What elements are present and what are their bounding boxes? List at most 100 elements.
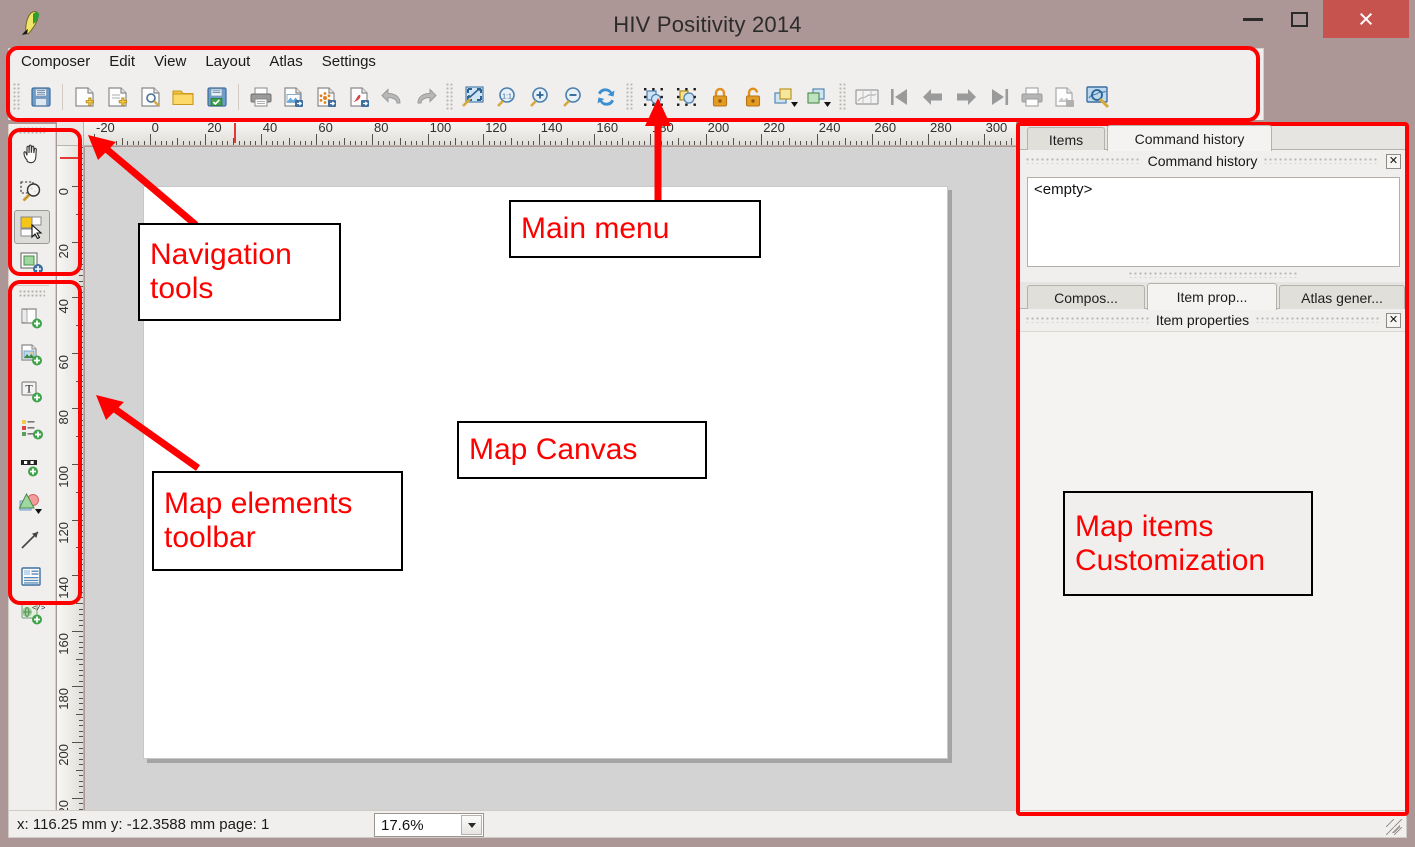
close-icon: ×	[1358, 3, 1374, 34]
group-items-button[interactable]	[637, 80, 670, 114]
item-properties-drag-dots-left[interactable]	[1026, 317, 1149, 323]
chevron-down-icon[interactable]	[461, 815, 482, 835]
menu-settings[interactable]: Settings	[320, 52, 378, 71]
add-attribute-table-button[interactable]	[12, 558, 52, 595]
redo-button[interactable]	[409, 80, 442, 114]
tab-composition[interactable]: Compos...	[1027, 285, 1145, 309]
duplicate-composer-button[interactable]	[101, 80, 134, 114]
atlas-previous-feature-button[interactable]	[916, 80, 949, 114]
dock-drag-dots-right[interactable]	[1264, 158, 1380, 164]
atlas-first-feature-button[interactable]	[883, 80, 916, 114]
map-elements-toolbar: T </>	[9, 299, 55, 632]
raise-selected-items-button[interactable]	[769, 80, 802, 114]
item-properties-close-button[interactable]: ✕	[1386, 312, 1401, 328]
ruler-cursor-marker-v	[60, 157, 80, 159]
add-new-legend-button[interactable]	[12, 410, 52, 447]
add-image-button[interactable]	[12, 336, 52, 373]
zoom-full-button[interactable]	[457, 80, 490, 114]
ruler-major-tick	[72, 797, 83, 799]
add-html-frame-button[interactable]: </>	[12, 595, 52, 632]
composer-manager-button[interactable]	[134, 80, 167, 114]
toolbar-grip[interactable]	[446, 83, 454, 111]
toolbar-grip[interactable]	[13, 83, 21, 111]
window-resize-grip[interactable]	[1386, 819, 1402, 835]
lower-items-icon	[806, 88, 831, 107]
maximize-button[interactable]	[1276, 0, 1323, 38]
add-new-label-button[interactable]: T	[12, 373, 52, 410]
toolbar-grip[interactable]	[839, 83, 847, 111]
zoom-level-combobox[interactable]: 17.6%	[374, 813, 484, 837]
export-as-pdf-button[interactable]	[343, 80, 376, 114]
close-button[interactable]: ×	[1323, 0, 1409, 38]
tab-items[interactable]: Items	[1027, 127, 1105, 151]
zoom-in-button[interactable]	[523, 80, 556, 114]
map-elements-toolbar-grip[interactable]	[19, 290, 45, 297]
export-as-image-button[interactable]	[277, 80, 310, 114]
menu-and-toolbar-area: Composer Edit View Layout Atlas Settings	[8, 48, 1264, 120]
menu-layout[interactable]: Layout	[203, 52, 252, 71]
ruler-minor-tick	[288, 138, 290, 145]
navigation-toolbar-grip[interactable]	[19, 127, 45, 134]
ruler-minor-tick	[338, 141, 340, 145]
lower-selected-items-button[interactable]	[802, 80, 835, 114]
ruler-minor-tick	[266, 141, 268, 145]
command-history-close-button[interactable]: ✕	[1386, 153, 1402, 169]
command-history-list[interactable]: <empty>	[1027, 177, 1400, 267]
add-shape-button[interactable]	[12, 484, 52, 521]
composer-manager-icon	[140, 87, 160, 107]
ruler-minor-tick	[271, 141, 273, 145]
toolbar-grip[interactable]	[626, 83, 634, 111]
tab-atlas-generation[interactable]: Atlas gener...	[1279, 285, 1405, 309]
ruler-minor-tick	[955, 138, 957, 145]
lock-selected-items-button[interactable]	[703, 80, 736, 114]
zoom-out-button[interactable]	[556, 80, 589, 114]
refresh-view-button[interactable]	[589, 80, 622, 114]
minimize-icon	[1242, 17, 1263, 21]
ruler-label: -20	[96, 120, 115, 135]
save-project-button[interactable]	[24, 80, 57, 114]
menu-atlas[interactable]: Atlas	[267, 52, 304, 71]
menu-edit[interactable]: Edit	[107, 52, 137, 71]
pan-layout-button[interactable]	[12, 136, 52, 173]
minimize-button[interactable]	[1229, 0, 1276, 38]
ruler-minor-tick	[438, 141, 440, 145]
tab-item-properties[interactable]: Item prop...	[1147, 283, 1277, 310]
atlas-print-button[interactable]	[1015, 80, 1048, 114]
unlock-all-items-button[interactable]	[736, 80, 769, 114]
select-move-item-button[interactable]	[14, 210, 50, 244]
new-composer-button[interactable]	[68, 80, 101, 114]
dock-drag-dots-left[interactable]	[1026, 158, 1141, 164]
menu-composer[interactable]: Composer	[19, 52, 92, 71]
undo-button[interactable]	[376, 80, 409, 114]
ruler-label: 160	[596, 120, 619, 135]
vertical-ruler[interactable]: 0 20 40 60 80 100 120 140 160 180 200 220	[57, 146, 84, 810]
add-arrow-button[interactable]	[12, 521, 52, 558]
add-new-map-button[interactable]	[12, 299, 52, 336]
dock-bottom-tab-row: Compos... Item prop... Atlas gener...	[1019, 282, 1406, 310]
horizontal-ruler[interactable]: -20 0 20 40 60 80 100 120 140 160 180 200 220 240 260 2…	[84, 120, 1016, 146]
export-as-svg-button[interactable]	[310, 80, 343, 114]
dock-splitter[interactable]	[1129, 272, 1299, 278]
ruler-minor-tick	[572, 141, 574, 145]
zoom-100-percent-button[interactable]: 1:1	[490, 80, 523, 114]
tab-command-history[interactable]: Command history	[1107, 125, 1272, 151]
atlas-last-feature-button[interactable]	[982, 80, 1015, 114]
move-item-content-button[interactable]	[12, 244, 52, 281]
zoom-in-icon	[529, 87, 548, 107]
save-as-template-button[interactable]	[200, 80, 233, 114]
atlas-next-feature-button[interactable]	[949, 80, 982, 114]
item-properties-drag-dots-right[interactable]	[1256, 317, 1379, 323]
ungroup-items-button[interactable]	[670, 80, 703, 114]
add-new-scalebar-button[interactable]	[12, 447, 52, 484]
atlas-preview-button[interactable]	[1081, 80, 1114, 114]
atlas-export-image-button[interactable]	[1048, 80, 1081, 114]
ruler-minor-tick	[79, 764, 83, 766]
atlas-settings-button[interactable]	[850, 80, 883, 114]
save-template-icon	[206, 87, 227, 107]
load-from-template-button[interactable]	[167, 80, 200, 114]
ruler-minor-tick	[327, 141, 329, 145]
zoom-tool-button[interactable]	[12, 173, 52, 210]
ruler-minor-tick	[755, 141, 757, 145]
print-button[interactable]	[244, 80, 277, 114]
menu-view[interactable]: View	[152, 52, 188, 71]
